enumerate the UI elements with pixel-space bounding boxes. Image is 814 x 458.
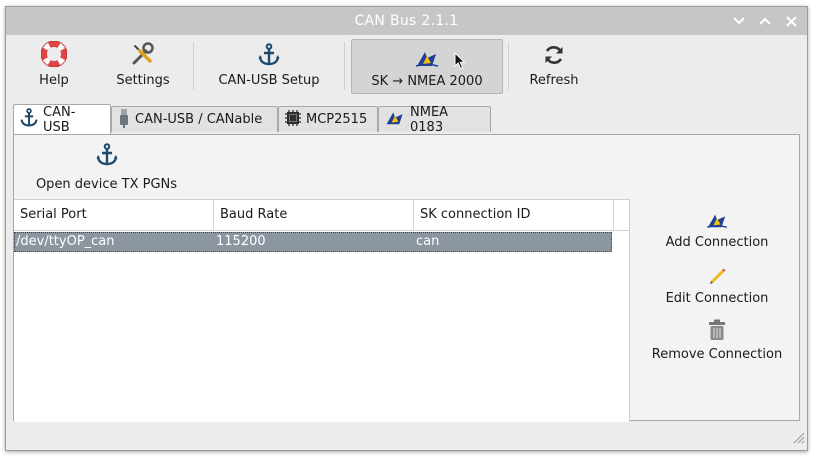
connection-actions: Add Connection Edit Connection Remove Co… xyxy=(634,199,800,419)
pencil-icon xyxy=(707,263,727,285)
column-header-sk-connection-id[interactable]: SK connection ID xyxy=(414,200,614,230)
signalk-icon xyxy=(412,42,442,68)
toolbar: Help Settings CAN-USB Setup SK → NMEA 20… xyxy=(6,36,807,98)
toolbar-separator xyxy=(193,42,194,90)
tab-can-usb-canable[interactable]: CAN-USB / CANable xyxy=(111,106,278,132)
chip-icon xyxy=(284,109,302,131)
edit-connection-button[interactable]: Edit Connection xyxy=(634,263,800,313)
signalk-icon xyxy=(384,109,406,130)
sk-to-nmea2000-button[interactable]: SK → NMEA 2000 xyxy=(351,39,503,94)
edit-connection-label: Edit Connection xyxy=(665,291,769,306)
cell-serial-port: /dev/ttyOP_can xyxy=(16,234,115,249)
refresh-button[interactable]: Refresh xyxy=(522,39,586,94)
add-connection-label: Add Connection xyxy=(665,235,769,250)
can-usb-setup-label: CAN-USB Setup xyxy=(218,73,320,88)
tab-panel: Open device TX PGNs Serial Port Baud Rat… xyxy=(13,134,800,422)
tab-label: CAN-USB xyxy=(43,104,76,135)
add-connection-button[interactable]: Add Connection xyxy=(634,207,800,257)
cell-sk-connection-id: can xyxy=(416,234,440,249)
signalk-icon xyxy=(705,207,729,229)
help-button[interactable]: Help xyxy=(24,39,84,94)
trash-icon xyxy=(708,319,726,341)
close-button[interactable] xyxy=(783,13,799,29)
app-window: CAN Bus 2.1.1 Help Settings CAN-USB Setu… xyxy=(5,6,808,451)
column-header-filler xyxy=(614,200,629,230)
table-header: Serial Port Baud Rate SK connection ID xyxy=(14,200,629,231)
window-controls xyxy=(731,7,799,35)
maximize-button[interactable] xyxy=(757,13,773,29)
settings-label: Settings xyxy=(116,73,170,88)
table-row[interactable]: /dev/ttyOP_can 115200 can xyxy=(14,232,612,252)
cell-baud-rate: 115200 xyxy=(216,234,266,249)
anchor-icon xyxy=(254,41,284,67)
can-usb-setup-button[interactable]: CAN-USB Setup xyxy=(211,39,327,94)
resize-grip[interactable] xyxy=(791,430,805,448)
tab-can-usb[interactable]: CAN-USB xyxy=(13,104,111,135)
open-device-tx-pgns-button[interactable]: Open device TX PGNs xyxy=(34,143,179,193)
help-label: Help xyxy=(39,73,69,88)
anchor-icon xyxy=(19,107,39,132)
mouse-cursor-icon xyxy=(454,51,466,74)
sk-to-nmea2000-label: SK → NMEA 2000 xyxy=(371,74,483,89)
open-device-tx-label: Open device TX PGNs xyxy=(35,177,178,192)
tab-mcp2515[interactable]: MCP2515 xyxy=(278,106,378,132)
connections-table: Serial Port Baud Rate SK connection ID /… xyxy=(14,199,630,422)
anchor-icon xyxy=(96,143,118,171)
window-title: CAN Bus 2.1.1 xyxy=(354,13,459,29)
title-bar[interactable]: CAN Bus 2.1.1 xyxy=(6,7,807,35)
column-header-serial-port[interactable]: Serial Port xyxy=(14,200,214,230)
tab-nmea0183[interactable]: NMEA 0183 xyxy=(378,104,491,135)
tab-label: CAN-USB / CANable xyxy=(135,112,263,127)
toolbar-separator xyxy=(508,42,509,90)
tab-label: MCP2515 xyxy=(306,112,368,127)
settings-button[interactable]: Settings xyxy=(108,39,178,94)
wrench-screwdriver-icon xyxy=(128,41,158,67)
lifebuoy-icon xyxy=(39,41,69,67)
remove-connection-label: Remove Connection xyxy=(651,347,783,362)
column-header-baud-rate[interactable]: Baud Rate xyxy=(214,200,414,230)
refresh-label: Refresh xyxy=(529,73,579,88)
refresh-icon xyxy=(539,41,569,67)
toolbar-separator xyxy=(344,42,345,90)
remove-connection-button[interactable]: Remove Connection xyxy=(634,319,800,369)
usb-plug-icon xyxy=(117,108,131,132)
minimize-button[interactable] xyxy=(731,13,747,29)
tab-label: NMEA 0183 xyxy=(410,104,449,135)
